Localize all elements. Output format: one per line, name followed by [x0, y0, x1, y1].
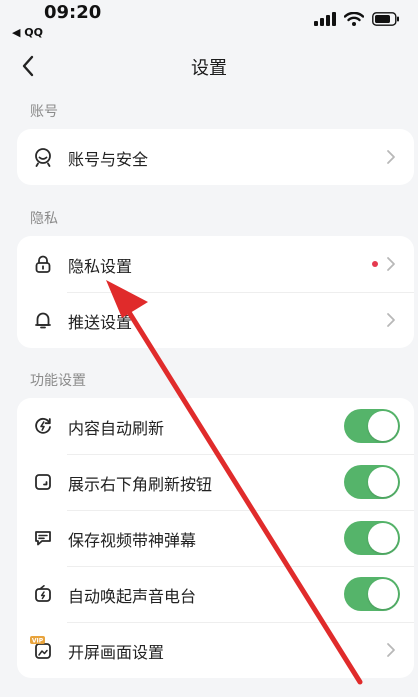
section-title-privacy: 隐私: [30, 211, 58, 227]
status-icons: [314, 10, 400, 28]
card-features: 内容自动刷新 展示右下角刷新按钮 保存视频带神弹幕 自动唤起声音电台 VIP 开…: [17, 398, 414, 678]
status-bar: 09:20 ◀ QQ: [0, 0, 418, 40]
row-label: 推送设置: [68, 313, 133, 332]
nav-bar: 设置: [0, 44, 418, 88]
row-label: 保存视频带神弹幕: [68, 531, 197, 550]
auto-radio-toggle[interactable]: [344, 577, 400, 611]
chevron-right-icon: [387, 313, 395, 327]
wifi-icon: [344, 12, 364, 26]
row-account-security[interactable]: 账号与安全: [17, 129, 414, 185]
lock-icon: [35, 255, 51, 273]
signal-icon: [314, 12, 336, 26]
account-face-icon: [35, 148, 51, 167]
row-label: 自动唤起声音电台: [68, 587, 197, 606]
row-splash-settings[interactable]: VIP 开屏画面设置: [17, 622, 414, 678]
refresh-button-icon: [35, 474, 51, 490]
row-label: 内容自动刷新: [68, 419, 165, 438]
section-title-account: 账号: [30, 104, 58, 120]
row-privacy-settings[interactable]: 隐私设置: [17, 236, 414, 292]
row-label: 开屏画面设置: [68, 643, 165, 662]
section-title-features: 功能设置: [30, 373, 86, 389]
status-time: 09:20: [44, 2, 102, 23]
row-label: 账号与安全: [68, 150, 149, 169]
row-label: 隐私设置: [68, 257, 133, 276]
radio-icon: [35, 585, 51, 602]
notification-dot: [372, 261, 378, 267]
toggle-knob: [368, 523, 398, 553]
back-to-app-link[interactable]: ◀ QQ: [12, 26, 43, 39]
bell-icon: [35, 312, 51, 329]
auto-refresh-icon: [35, 417, 51, 434]
chevron-right-icon: [387, 150, 395, 164]
row-label: 展示右下角刷新按钮: [68, 475, 213, 494]
row-refresh-button: 展示右下角刷新按钮: [17, 454, 414, 510]
save-danmaku-toggle[interactable]: [344, 521, 400, 555]
auto-refresh-toggle[interactable]: [344, 409, 400, 443]
svg-text:VIP: VIP: [32, 637, 44, 644]
page-title: 设置: [191, 58, 227, 79]
row-auto-refresh: 内容自动刷新: [17, 398, 414, 454]
toggle-knob: [368, 411, 398, 441]
toggle-knob: [368, 467, 398, 497]
vip-splash-icon: VIP: [30, 636, 51, 659]
danmaku-icon: [35, 531, 51, 546]
row-auto-radio: 自动唤起声音电台: [17, 566, 414, 622]
battery-icon: [372, 12, 399, 26]
chevron-right-icon: [387, 643, 395, 657]
chevron-right-icon: [387, 257, 395, 271]
card-account: 账号与安全: [17, 129, 414, 185]
row-push-settings[interactable]: 推送设置: [17, 292, 414, 348]
toggle-knob: [368, 579, 398, 609]
card-privacy: 隐私设置 推送设置: [17, 236, 414, 348]
row-save-danmaku: 保存视频带神弹幕: [17, 510, 414, 566]
refresh-button-toggle[interactable]: [344, 465, 400, 499]
